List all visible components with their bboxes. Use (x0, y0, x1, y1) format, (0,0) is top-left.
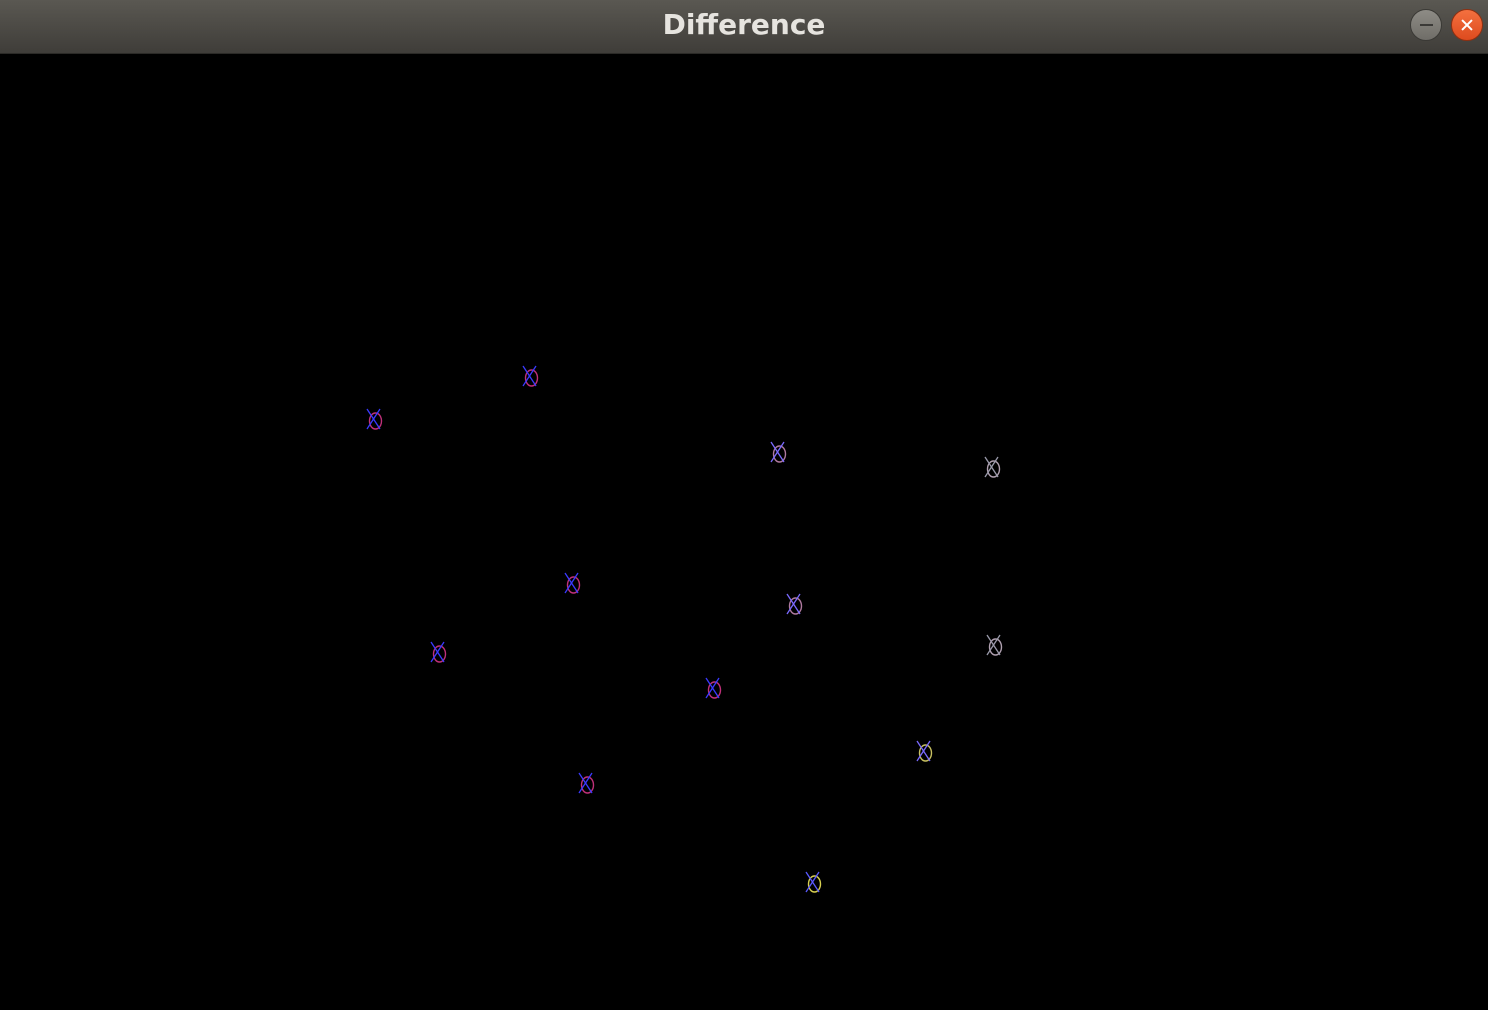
marker-8 (986, 634, 1003, 656)
marker-12 (805, 871, 822, 893)
close-button[interactable] (1451, 9, 1483, 41)
marker-3 (770, 441, 787, 463)
marker-11 (578, 772, 595, 794)
marker-5 (564, 572, 581, 594)
marker-7 (430, 641, 447, 663)
marker-4 (984, 456, 1001, 478)
marker-layer (366, 365, 1003, 893)
marker-6 (786, 593, 803, 615)
difference-window: Difference (0, 0, 1488, 1010)
marker-9 (705, 677, 722, 699)
image-canvas (0, 54, 1488, 1010)
title-bar[interactable]: Difference (0, 0, 1488, 54)
marker-2 (366, 408, 383, 430)
marker-10 (916, 740, 933, 762)
window-title: Difference (662, 8, 826, 41)
minimize-button[interactable] (1410, 9, 1442, 41)
marker-1 (522, 365, 539, 387)
